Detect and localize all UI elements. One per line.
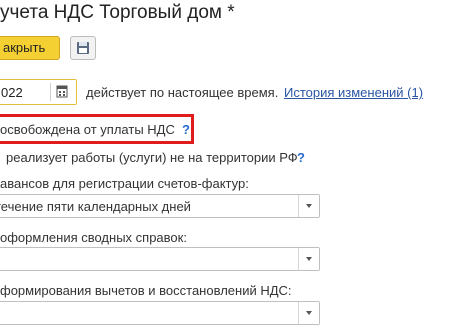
close-button[interactable]: акрыть bbox=[0, 36, 60, 60]
date-separator bbox=[50, 83, 51, 101]
vat-exempt-help-icon[interactable]: ? bbox=[182, 122, 190, 137]
works-abroad-help-icon[interactable]: ? bbox=[297, 150, 305, 165]
summary-certificates-select[interactable] bbox=[0, 247, 320, 271]
advance-invoices-value: течение пяти календарных дней bbox=[0, 199, 191, 214]
chevron-down-icon bbox=[306, 311, 312, 315]
floppy-disk-icon bbox=[77, 42, 89, 54]
chevron-down-icon bbox=[306, 204, 312, 208]
works-abroad-label[interactable]: реализует работы (услуги) не на территор… bbox=[6, 150, 298, 165]
date-value: 022 bbox=[1, 85, 23, 100]
advance-invoices-select[interactable]: течение пяти календарных дней bbox=[0, 194, 320, 218]
save-button[interactable] bbox=[70, 36, 96, 60]
advance-invoices-dropdown-button[interactable] bbox=[298, 195, 319, 217]
calendar-icon[interactable] bbox=[56, 84, 68, 98]
validity-status-text: действует по настоящее время. bbox=[86, 85, 279, 100]
deductions-select[interactable] bbox=[0, 301, 320, 325]
deductions-dropdown-button[interactable] bbox=[298, 302, 319, 324]
summary-certificates-label: оформления сводных справок: bbox=[0, 230, 187, 245]
date-input[interactable]: 022 bbox=[0, 79, 77, 105]
chevron-down-icon bbox=[306, 257, 312, 261]
form-title: учета НДС Торговый дом * bbox=[0, 2, 235, 23]
summary-certificates-dropdown-button[interactable] bbox=[298, 248, 319, 270]
advance-invoices-label: авансов для регистрации счетов-фактур: bbox=[0, 176, 249, 191]
history-link[interactable]: История изменений (1) bbox=[284, 85, 423, 100]
deductions-label: формирования вычетов и восстановлений НД… bbox=[0, 283, 292, 298]
vat-exempt-label[interactable]: освобождена от уплаты НДС bbox=[0, 122, 175, 137]
